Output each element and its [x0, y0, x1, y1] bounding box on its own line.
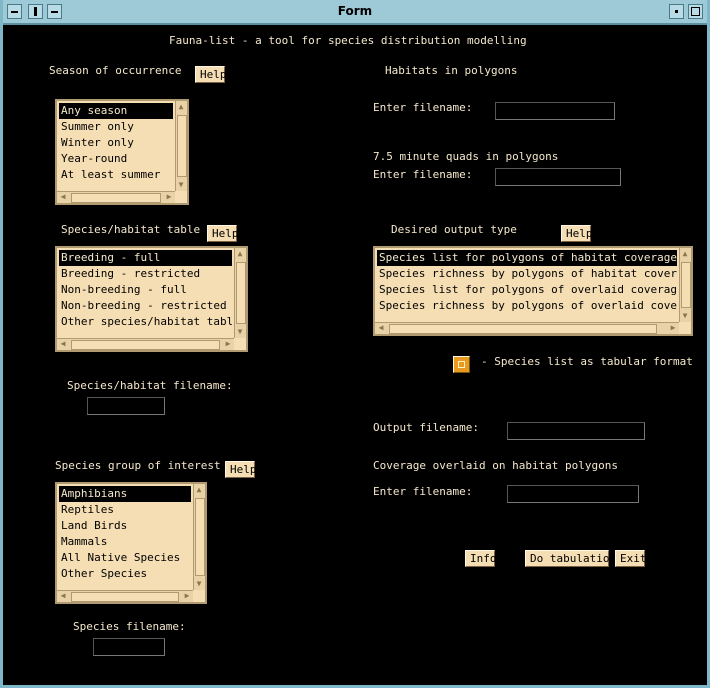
- list-item[interactable]: Any season: [59, 103, 173, 119]
- horizontal-scrollbar[interactable]: ◀ ▶: [57, 338, 234, 350]
- scroll-thumb[interactable]: [681, 262, 691, 308]
- list-item[interactable]: Breeding - full: [59, 250, 232, 266]
- list-item[interactable]: Species list for polygons of overlaid co…: [377, 282, 677, 298]
- vertical-scrollbar[interactable]: ▲ ▼: [234, 248, 246, 338]
- list-item[interactable]: Species list for polygons of habitat cov…: [377, 250, 677, 266]
- species-group-listbox[interactable]: Amphibians Reptiles Land Birds Mammals A…: [55, 482, 207, 604]
- list-item[interactable]: Non-breeding - restricted: [59, 298, 232, 314]
- list-item[interactable]: Summer only: [59, 119, 173, 135]
- overlay-filename-field[interactable]: [507, 485, 639, 503]
- iconify-icon: [675, 10, 678, 13]
- list-item[interactable]: Non-breeding - full: [59, 282, 232, 298]
- scroll-thumb[interactable]: [71, 193, 161, 203]
- list-item[interactable]: Reptiles: [59, 502, 191, 518]
- list-item[interactable]: Breeding - restricted: [59, 266, 232, 282]
- iconify-button[interactable]: [669, 4, 684, 19]
- output-type-listbox[interactable]: Species list for polygons of habitat cov…: [373, 246, 693, 336]
- list-item[interactable]: Other Species: [59, 566, 191, 582]
- exit-button[interactable]: Exit: [615, 550, 647, 567]
- vertical-scrollbar[interactable]: ▲ ▼: [175, 101, 187, 191]
- overlay-label: Coverage overlaid on habitat polygons: [373, 459, 619, 472]
- scroll-up-arrow-icon[interactable]: ▲: [235, 249, 245, 259]
- scroll-thumb[interactable]: [389, 324, 657, 334]
- scroll-down-arrow-icon[interactable]: ▼: [235, 327, 245, 337]
- horizontal-scrollbar[interactable]: ◀ ▶: [57, 590, 193, 602]
- season-listbox[interactable]: Any season Summer only Winter only Year-…: [55, 99, 189, 205]
- scroll-up-arrow-icon[interactable]: ▲: [680, 249, 690, 259]
- list-item[interactable]: Mammals: [59, 534, 191, 550]
- habitat-filename-label: Species/habitat filename:: [67, 379, 233, 392]
- list-item[interactable]: Amphibians: [59, 486, 191, 502]
- season-help-button[interactable]: Help: [195, 66, 227, 83]
- scroll-up-arrow-icon[interactable]: ▲: [194, 485, 204, 495]
- list-item[interactable]: Species richness by polygons of habitat …: [377, 266, 677, 282]
- scroll-left-arrow-icon[interactable]: ◀: [58, 591, 68, 601]
- scroll-right-arrow-icon[interactable]: ▶: [164, 192, 174, 202]
- list-item[interactable]: All Native Species: [59, 550, 191, 566]
- quads-filename-field[interactable]: [495, 168, 621, 186]
- form-window: Form Fauna-list - a tool for species dis…: [0, 0, 710, 688]
- maximize-icon: [691, 7, 700, 16]
- list-item[interactable]: Species richness by polygons of overlaid…: [377, 298, 677, 314]
- habitat-table-label: Species/habitat table: [61, 223, 201, 236]
- tabular-format-toggle[interactable]: [453, 356, 470, 373]
- scroll-left-arrow-icon[interactable]: ◀: [58, 339, 68, 349]
- info-button[interactable]: Info: [465, 550, 497, 567]
- output-type-label: Desired output type: [391, 223, 517, 236]
- scroll-up-arrow-icon[interactable]: ▲: [176, 102, 186, 112]
- species-group-label: Species group of interest: [55, 459, 221, 472]
- scroll-right-arrow-icon[interactable]: ▶: [223, 339, 233, 349]
- output-filename-label: Output filename:: [373, 421, 479, 434]
- tabular-format-label: - Species list as tabular format: [481, 355, 693, 368]
- scroll-down-arrow-icon[interactable]: ▼: [680, 311, 690, 321]
- scroll-thumb[interactable]: [236, 262, 246, 324]
- scroll-thumb[interactable]: [71, 592, 179, 602]
- habitats-enter-label: Enter filename:: [373, 101, 473, 114]
- horizontal-scrollbar[interactable]: ◀ ▶: [375, 322, 679, 334]
- quads-label: 7.5 minute quads in polygons: [373, 150, 559, 163]
- species-filename-label: Species filename:: [73, 620, 186, 633]
- scroll-thumb[interactable]: [195, 498, 205, 576]
- vertical-scrollbar[interactable]: ▲ ▼: [193, 484, 205, 590]
- overlay-enter-label: Enter filename:: [373, 485, 473, 498]
- scroll-right-arrow-icon[interactable]: ▶: [668, 323, 678, 333]
- species-filename-field[interactable]: [93, 638, 165, 656]
- output-filename-field[interactable]: [507, 422, 645, 440]
- list-item[interactable]: Other species/habitat table: [59, 314, 232, 330]
- toggle-indicator-icon: [458, 361, 465, 368]
- habitats-filename-field[interactable]: [495, 102, 615, 120]
- list-item[interactable]: Land Birds: [59, 518, 191, 534]
- maximize-button[interactable]: [688, 4, 703, 19]
- list-item[interactable]: At least summer: [59, 167, 173, 183]
- list-item[interactable]: Winter only: [59, 135, 173, 151]
- habitat-table-listbox[interactable]: Breeding - full Breeding - restricted No…: [55, 246, 248, 352]
- vertical-scrollbar[interactable]: ▲ ▼: [679, 248, 691, 322]
- list-item[interactable]: Year-round: [59, 151, 173, 167]
- app-title: Fauna-list - a tool for species distribu…: [169, 34, 527, 47]
- quads-enter-label: Enter filename:: [373, 168, 473, 181]
- species-group-help-button[interactable]: Help: [225, 461, 257, 478]
- habitat-table-help-button[interactable]: Help: [207, 225, 239, 242]
- scroll-thumb[interactable]: [177, 115, 187, 177]
- do-tabulation-button[interactable]: Do tabulation: [525, 550, 616, 567]
- horizontal-scrollbar[interactable]: ◀ ▶: [57, 191, 175, 203]
- output-type-help-button[interactable]: Help: [561, 225, 593, 242]
- scroll-left-arrow-icon[interactable]: ◀: [376, 323, 386, 333]
- habitats-polygons-label: Habitats in polygons: [385, 64, 518, 77]
- title-bar[interactable]: Form: [3, 0, 707, 25]
- scroll-right-arrow-icon[interactable]: ▶: [182, 591, 192, 601]
- scroll-down-arrow-icon[interactable]: ▼: [194, 579, 204, 589]
- window-title: Form: [337, 4, 373, 18]
- habitat-filename-field[interactable]: [87, 397, 165, 415]
- scroll-thumb[interactable]: [71, 340, 220, 350]
- season-label: Season of occurrence: [49, 64, 182, 77]
- scroll-left-arrow-icon[interactable]: ◀: [58, 192, 68, 202]
- scroll-down-arrow-icon[interactable]: ▼: [176, 180, 186, 190]
